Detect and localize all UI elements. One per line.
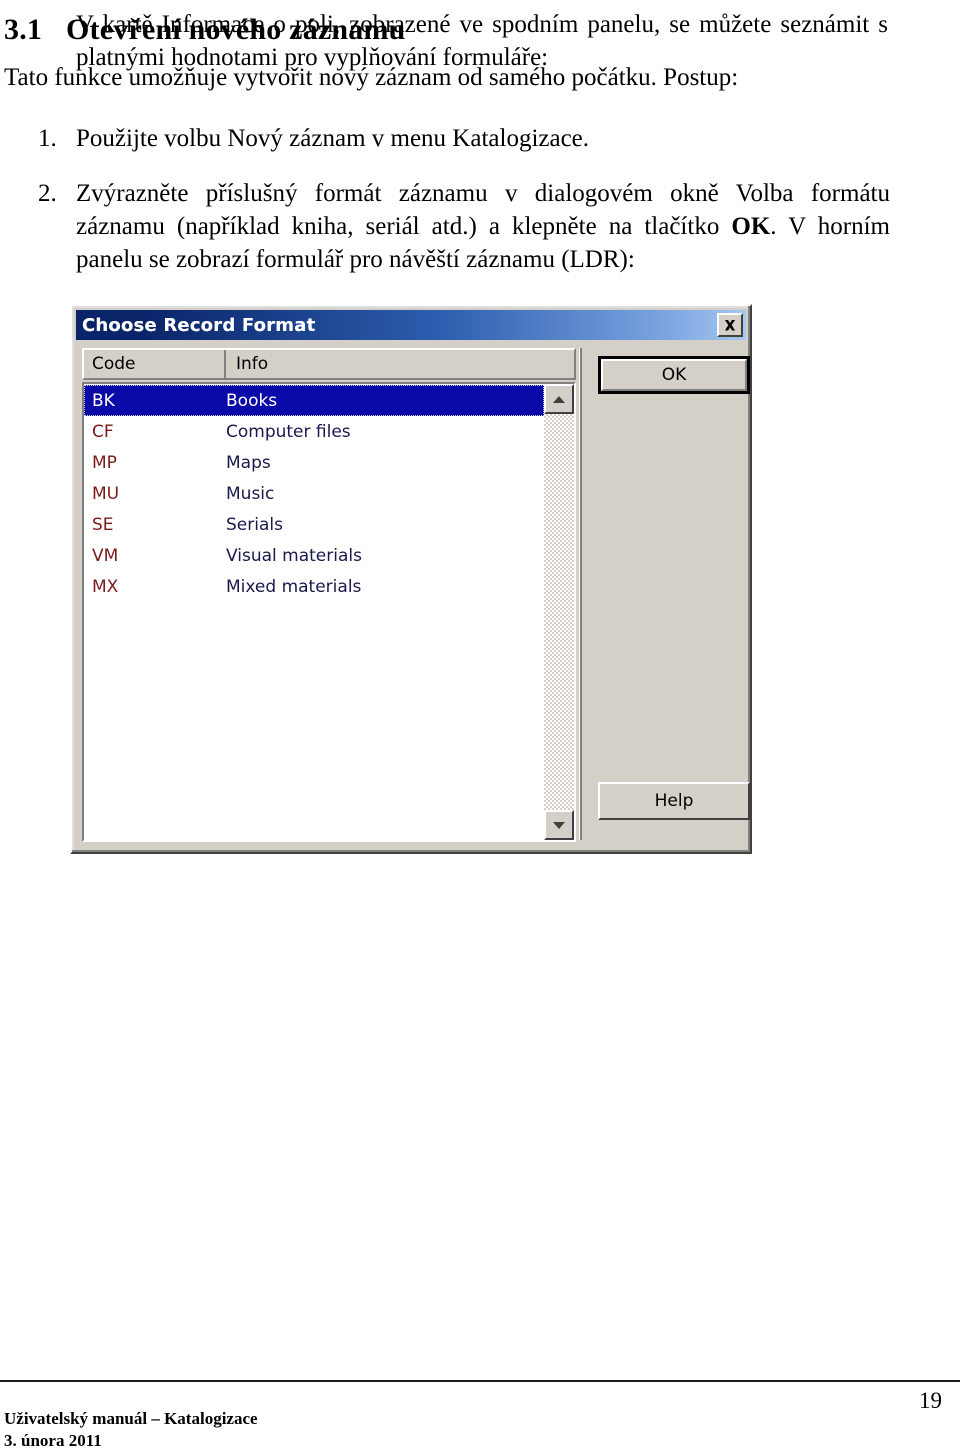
list-item-info: Music <box>226 483 275 504</box>
vertical-scrollbar[interactable] <box>544 384 574 840</box>
footer-divider <box>0 1380 960 1382</box>
chevron-down-icon <box>553 821 565 829</box>
chevron-up-icon <box>553 395 565 403</box>
dialog-titlebar[interactable]: Choose Record Format <box>76 310 746 340</box>
list-item[interactable]: CF Computer files <box>84 416 544 447</box>
column-header-info[interactable]: Info <box>226 350 574 378</box>
column-header-code[interactable]: Code <box>84 350 228 378</box>
list-item-code: SE <box>92 514 114 535</box>
dialog-title: Choose Record Format <box>82 314 316 336</box>
list-item-code: VM <box>92 545 119 566</box>
scroll-down-icon[interactable] <box>544 810 574 840</box>
help-button-wrapper: Help <box>598 782 750 820</box>
list-item-code: MU <box>92 483 120 504</box>
ok-button[interactable]: OK <box>598 356 750 394</box>
heading-text: Otevření nového záznamu <box>66 13 406 46</box>
format-list-pane: Code Info BK Books CF Computer files MP … <box>76 344 576 846</box>
list-item-info: Mixed materials <box>226 576 362 597</box>
list-column-headers: Code Info <box>82 348 576 380</box>
list-item[interactable]: MX Mixed materials <box>84 571 544 602</box>
list-item-info: Visual materials <box>226 545 362 566</box>
page-title: 3.1 Otevření nového záznamu <box>4 12 960 48</box>
format-list: BK Books CF Computer files MP Maps MU Mu… <box>82 382 576 842</box>
footer-line-2: 3. února 2011 <box>4 1431 102 1450</box>
dialog-button-pane: OK Help <box>584 344 750 846</box>
help-button[interactable]: Help <box>598 782 750 820</box>
list-item-info: Serials <box>226 514 283 535</box>
page-number: 19 <box>919 1388 942 1413</box>
list-item[interactable]: VM Visual materials <box>84 540 544 571</box>
list-item[interactable]: BK Books <box>84 385 544 416</box>
list-item[interactable]: MP Maps <box>84 447 544 478</box>
list-item-code: CF <box>92 421 114 442</box>
list-item-code: BK <box>92 390 115 411</box>
ok-emphasis: OK <box>731 213 771 240</box>
list-item-info: Maps <box>226 452 271 473</box>
list-item-info: Books <box>226 390 278 411</box>
ok-button-label: OK <box>601 359 747 391</box>
document-page: 3.1 Otevření nového záznamu Tato funkce u… <box>0 8 960 1452</box>
list-item-code: MP <box>92 452 117 473</box>
format-list-rows: BK Books CF Computer files MP Maps MU Mu… <box>84 384 544 840</box>
list-item[interactable]: SE Serials <box>84 509 544 540</box>
steps-list: 1. Použijte volbu Nový záznam v menu Kat… <box>0 122 960 276</box>
scroll-up-icon[interactable] <box>544 384 574 414</box>
list-marker: 1. <box>38 125 57 152</box>
dialog-screenshot: Choose Record Format Code Info BK Books … <box>70 304 752 854</box>
list-item: 1. Použijte volbu Nový záznam v menu Kat… <box>0 122 960 155</box>
list-item-code: MX <box>92 576 119 597</box>
list-item-info: Computer files <box>226 421 351 442</box>
pane-splitter[interactable] <box>576 344 584 846</box>
list-item-text: Použijte volbu Nový záznam v menu Katalo… <box>76 125 590 152</box>
close-icon[interactable] <box>717 313 743 337</box>
heading-number: 3.1 <box>4 13 43 46</box>
intro-paragraph: Tato funkce umožňuje vytvořit nový zázna… <box>4 64 739 91</box>
document-body: 3.1 Otevření nového záznamu Tato funkce u… <box>0 8 960 298</box>
footer-text: Uživatelský manuál – Katalogizace 3. úno… <box>4 1408 258 1452</box>
list-item: 2. Zvýrazněte příslušný formát záznamu v … <box>0 177 960 276</box>
list-marker: 2. <box>38 180 57 207</box>
ok-button-wrapper: OK <box>598 356 750 394</box>
dialog-client-area: Code Info BK Books CF Computer files MP … <box>76 344 750 846</box>
footer-line-1: Uživatelský manuál – Katalogizace <box>4 1409 258 1428</box>
choose-record-format-dialog: Choose Record Format Code Info BK Books … <box>70 304 752 854</box>
list-item[interactable]: MU Music <box>84 478 544 509</box>
